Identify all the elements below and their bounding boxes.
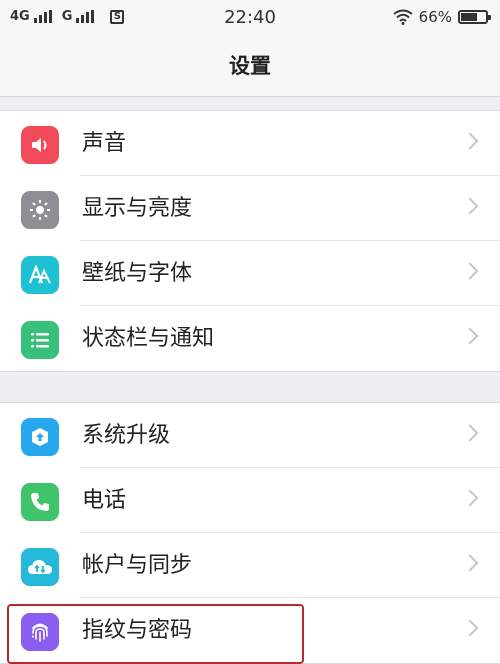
status-bar: 4G G S 22:40 66% [0, 0, 500, 36]
settings-item-statusbar-notification[interactable]: 状态栏与通知 [0, 306, 500, 371]
font-icon [21, 256, 59, 294]
list-icon [21, 321, 59, 359]
settings-item-label: 状态栏与通知 [82, 326, 215, 351]
upgrade-icon [21, 418, 59, 456]
phone-icon [21, 483, 59, 521]
chevron-right-icon [461, 197, 479, 215]
settings-item-account-sync[interactable]: 帐户与同步 [0, 533, 500, 598]
settings-item-label: 电话 [82, 488, 127, 513]
battery-percent: 66% [418, 8, 452, 26]
chevron-right-icon [461, 262, 479, 280]
settings-group-display: 声音 显示与亮度 壁纸与字体 状态栏与通知 [0, 110, 500, 372]
settings-item-display-brightness[interactable]: 显示与亮度 [0, 176, 500, 241]
settings-item-label: 壁纸与字体 [82, 261, 193, 286]
brightness-icon [21, 191, 59, 229]
settings-item-label: 显示与亮度 [82, 196, 193, 221]
volume-icon [21, 126, 59, 164]
chevron-right-icon [461, 132, 479, 150]
settings-item-phone[interactable]: 电话 [0, 468, 500, 533]
highlight-annotation-box [7, 604, 304, 664]
settings-item-label: 声音 [82, 131, 127, 156]
settings-item-label: 帐户与同步 [82, 553, 193, 578]
chevron-right-icon [461, 327, 479, 345]
chevron-right-icon [461, 424, 479, 442]
wifi-icon [393, 9, 413, 25]
battery-icon [458, 10, 491, 24]
chevron-right-icon [461, 619, 479, 637]
settings-item-label: 系统升级 [82, 423, 171, 448]
settings-item-sound[interactable]: 声音 [0, 111, 500, 176]
chevron-right-icon [461, 489, 479, 507]
status-bar-right: 66% [393, 8, 491, 26]
settings-item-wallpaper-font[interactable]: 壁纸与字体 [0, 241, 500, 306]
cloud-sync-icon [21, 548, 59, 586]
page-title: 设置 [0, 36, 500, 97]
chevron-right-icon [461, 554, 479, 572]
settings-item-system-upgrade[interactable]: 系统升级 [0, 403, 500, 468]
